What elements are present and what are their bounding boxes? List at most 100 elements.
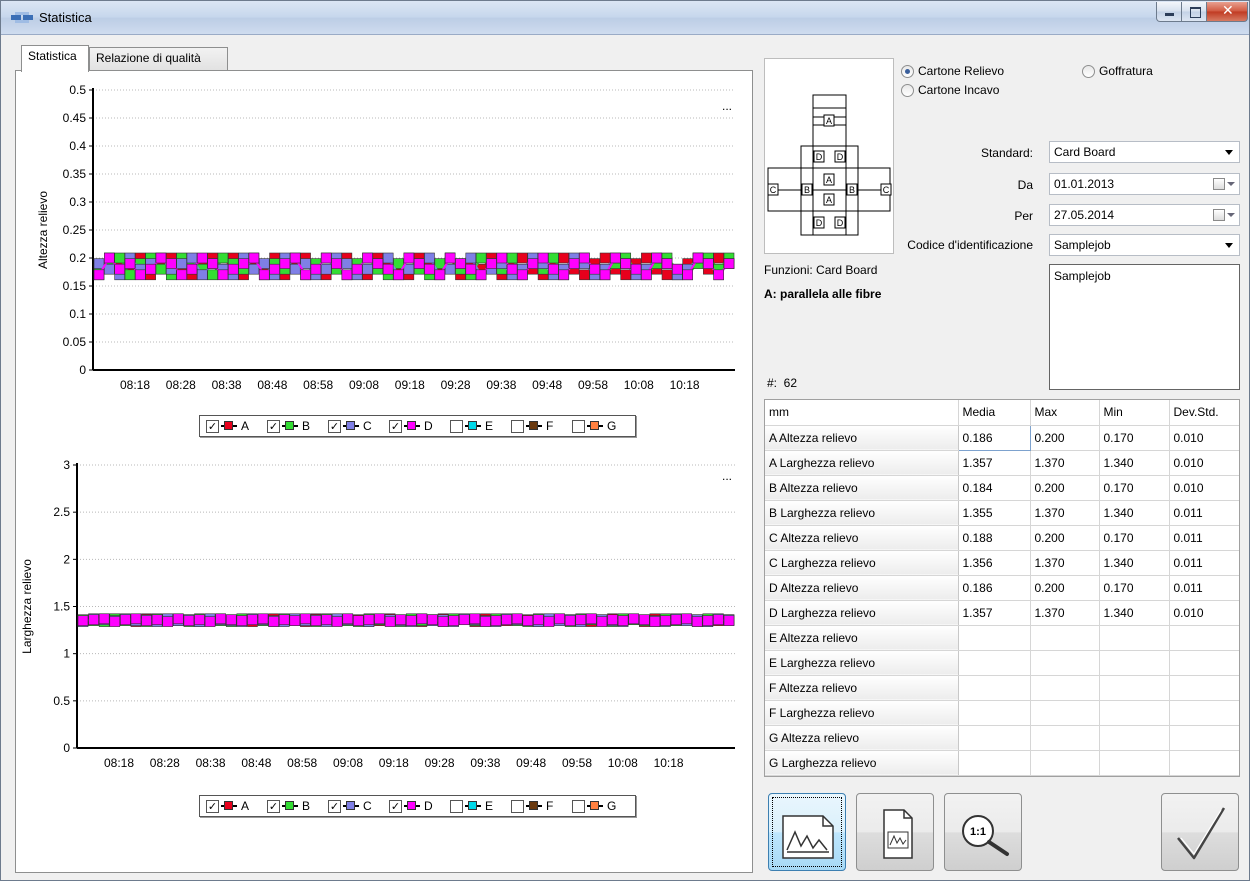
data-point-d[interactable]	[628, 613, 639, 625]
data-point-d[interactable]	[586, 613, 597, 625]
row-header[interactable]: B Altezza relievo	[765, 475, 959, 501]
table-cell[interactable]	[958, 725, 1031, 751]
table-cell[interactable]: 1.370	[1030, 500, 1100, 526]
table-cell[interactable]	[1099, 725, 1170, 751]
data-point-d[interactable]	[279, 258, 291, 269]
table-cell[interactable]	[1030, 675, 1100, 701]
data-point-d[interactable]	[596, 616, 608, 627]
data-point-d[interactable]	[363, 614, 375, 626]
data-point-d[interactable]	[527, 258, 539, 269]
data-point-d[interactable]	[703, 258, 714, 269]
legend-checkbox[interactable]: ✓	[267, 800, 280, 813]
per-date-picker[interactable]: 27.05.2014	[1049, 204, 1240, 226]
table-cell[interactable]: 0.011	[1169, 550, 1239, 576]
minimize-button[interactable]	[1156, 2, 1182, 22]
data-point-d[interactable]	[225, 614, 237, 626]
data-point-c[interactable]	[465, 252, 477, 264]
table-cell[interactable]: 1.355	[958, 500, 1031, 526]
table-row[interactable]: B Altezza relievo 0.184 0.200 0.170 0.010	[765, 475, 1239, 501]
data-point-d[interactable]	[486, 258, 497, 269]
data-point-d[interactable]	[258, 269, 270, 281]
data-point-d[interactable]	[247, 614, 258, 626]
data-point-c[interactable]	[104, 263, 115, 275]
table-cell[interactable]: 1.356	[958, 550, 1031, 576]
data-point-d[interactable]	[257, 613, 269, 625]
data-point-d[interactable]	[341, 269, 353, 281]
data-point-d[interactable]	[310, 615, 322, 626]
data-point-b[interactable]	[548, 252, 559, 264]
notes-textarea[interactable]: Samplejob	[1049, 264, 1240, 390]
data-point-d[interactable]	[93, 269, 105, 281]
table-cell[interactable]	[1030, 650, 1100, 676]
data-point-c[interactable]	[300, 258, 311, 269]
table-cell[interactable]	[1169, 750, 1239, 776]
column-header[interactable]: Max	[1030, 400, 1100, 426]
table-cell[interactable]: 0.170	[1099, 475, 1170, 501]
data-point-d[interactable]	[77, 615, 89, 626]
column-header[interactable]: Min	[1099, 400, 1170, 426]
confirm-button[interactable]	[1161, 793, 1239, 871]
table-cell[interactable]: 0.188	[958, 525, 1031, 551]
data-point-b[interactable]	[155, 263, 167, 275]
data-point-d[interactable]	[702, 615, 714, 626]
data-point-d[interactable]	[713, 614, 724, 626]
data-point-d[interactable]	[165, 258, 177, 269]
data-point-d[interactable]	[196, 252, 208, 264]
data-point-d[interactable]	[554, 613, 565, 625]
data-point-c[interactable]	[196, 269, 208, 281]
data-point-a[interactable]	[641, 252, 652, 264]
data-point-c[interactable]	[403, 263, 415, 275]
data-point-d[interactable]	[723, 615, 735, 626]
standard-select[interactable]: Card Board	[1049, 141, 1240, 163]
table-cell[interactable]: 0.011	[1169, 575, 1239, 601]
table-row[interactable]: G Altezza relievo	[765, 725, 1239, 751]
statistics-table[interactable]: mm Media Max Min Dev.Std. A Altezza reli…	[764, 399, 1240, 777]
table-row[interactable]: A Altezza relievo 0.186 0.200 0.170 0.010	[765, 424, 1239, 451]
data-point-d[interactable]	[351, 263, 363, 275]
table-cell[interactable]	[1169, 675, 1239, 701]
table-cell[interactable]: 1.370	[1030, 600, 1100, 626]
table-row[interactable]: F Altezza relievo	[765, 675, 1239, 701]
data-point-d[interactable]	[692, 252, 704, 264]
table-cell[interactable]	[1030, 700, 1100, 726]
data-point-d[interactable]	[204, 616, 216, 627]
table-cell[interactable]	[1099, 625, 1170, 651]
data-point-d[interactable]	[579, 252, 590, 264]
data-point-d[interactable]	[469, 613, 481, 625]
table-cell[interactable]: 1.340	[1099, 450, 1170, 476]
column-header[interactable]: Dev.Std.	[1169, 400, 1239, 426]
table-cell[interactable]	[1030, 625, 1100, 651]
data-point-d[interactable]	[517, 269, 528, 281]
data-point-c[interactable]	[424, 252, 435, 264]
row-header[interactable]: F Larghezza relievo	[765, 700, 959, 726]
legend-checkbox[interactable]: ✓	[328, 420, 341, 433]
data-point-d[interactable]	[533, 614, 544, 626]
data-point-d[interactable]	[475, 269, 487, 281]
table-cell[interactable]: 0.011	[1169, 525, 1239, 551]
data-point-d[interactable]	[372, 258, 384, 269]
data-point-d[interactable]	[506, 263, 518, 275]
table-cell[interactable]: 0.184	[958, 475, 1031, 501]
table-cell[interactable]: 0.170	[1099, 525, 1170, 551]
data-point-d[interactable]	[384, 616, 396, 627]
data-point-d[interactable]	[427, 614, 438, 626]
data-point-d[interactable]	[496, 252, 508, 264]
table-cell[interactable]: 1.357	[958, 450, 1031, 476]
legend-checkbox[interactable]	[572, 420, 585, 433]
table-cell[interactable]	[1169, 650, 1239, 676]
data-point-c[interactable]	[176, 258, 187, 269]
codice-select[interactable]: Samplejob	[1049, 234, 1240, 256]
data-point-d[interactable]	[124, 258, 136, 269]
data-point-d[interactable]	[490, 615, 502, 626]
row-header[interactable]: E Larghezza relievo	[765, 650, 959, 676]
table-cell[interactable]: 0.186	[957, 424, 1031, 451]
tab-statistica[interactable]: Statistica	[21, 45, 89, 72]
da-date-picker[interactable]: 01.01.2013	[1049, 173, 1240, 195]
table-cell[interactable]	[958, 625, 1031, 651]
data-point-d[interactable]	[661, 258, 673, 269]
data-point-b[interactable]	[217, 252, 229, 264]
data-point-d[interactable]	[289, 252, 301, 264]
data-point-d[interactable]	[501, 614, 512, 626]
title-bar[interactable]: Statistica ✕	[1, 1, 1249, 35]
data-point-d[interactable]	[564, 615, 576, 626]
